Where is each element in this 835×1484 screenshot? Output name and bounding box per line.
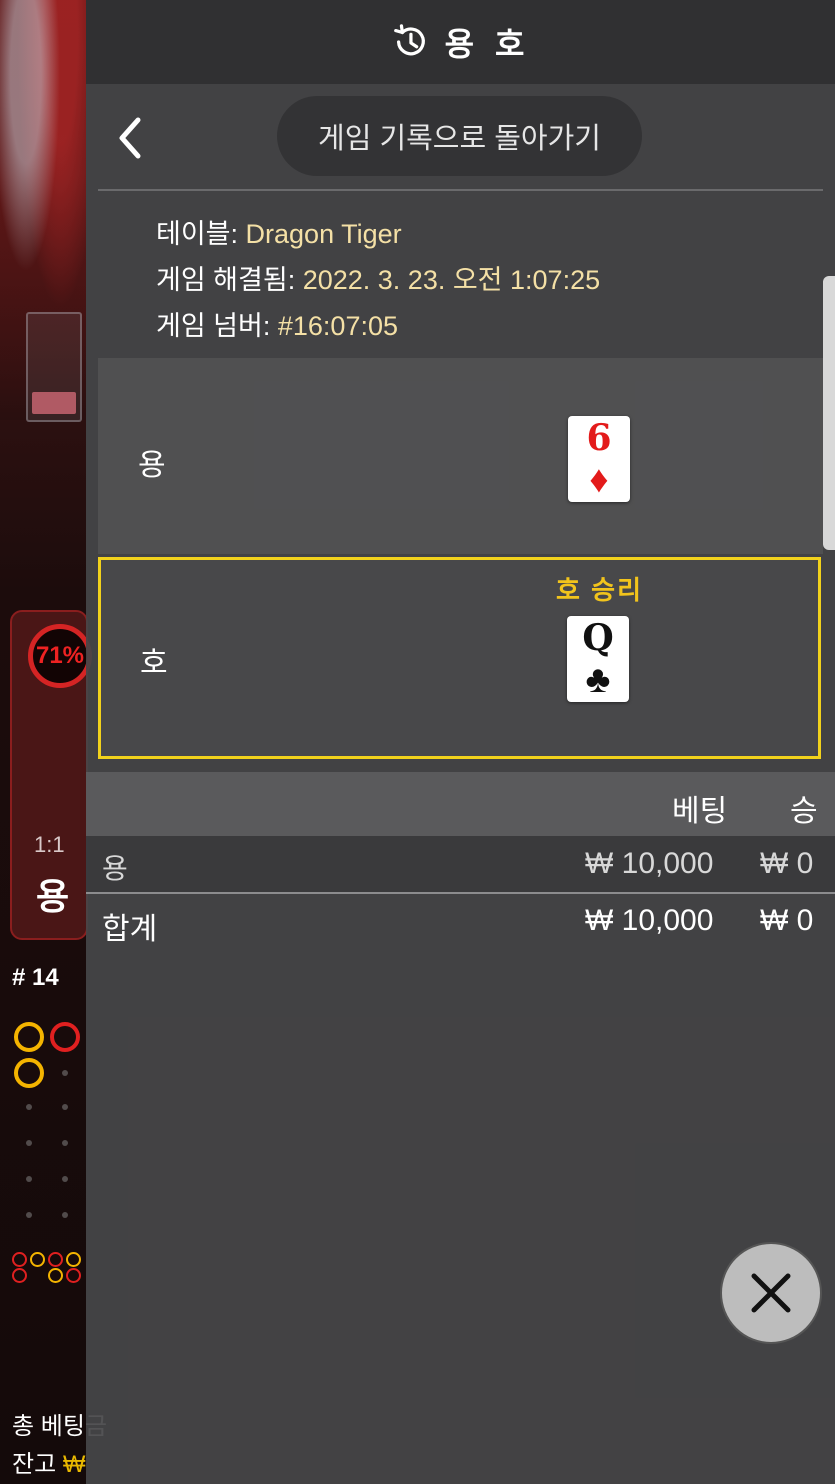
balance-info: 잔고 ₩	[12, 1444, 86, 1479]
tiger-win-label: 호 승리	[556, 575, 643, 605]
stage: 71% 1:1 용 # 14 총 베팅금 잔고 ₩ 용 호 게임 기록으로 돌아…	[0, 0, 835, 1484]
road-dot	[62, 1176, 68, 1182]
close-button[interactable]	[720, 1242, 822, 1344]
club-suit-icon: ♣	[585, 659, 611, 701]
header-divider	[98, 189, 823, 191]
dragon-card: 6 ♦	[568, 416, 630, 502]
road-dot	[62, 1070, 68, 1076]
table-info: 테이블: Dragon Tiger	[156, 212, 402, 251]
road-dot	[62, 1140, 68, 1146]
history-header: 용 호	[86, 0, 835, 84]
game-number-info: 게임 넘버: #16:07:05	[156, 304, 398, 343]
tiger-card: Q ♣	[567, 616, 629, 702]
resolved-value: 2022. 3. 23. 오전 1:07:25	[302, 265, 601, 295]
game-number-value: #16:07:05	[277, 311, 398, 341]
road-dot	[26, 1104, 32, 1110]
road-circle-tiger	[14, 1058, 44, 1088]
chevron-left-icon[interactable]	[110, 114, 150, 162]
big-road-mark	[66, 1268, 81, 1283]
card-in-shoe	[32, 392, 76, 414]
row-divider	[86, 892, 835, 894]
dragon-card-rank: 6	[586, 417, 612, 459]
big-road-mark	[12, 1268, 27, 1283]
payout-ratio: 1:1	[34, 832, 65, 857]
balance-currency: ₩	[62, 1451, 86, 1478]
road-dot	[26, 1176, 32, 1182]
big-road-mark	[48, 1268, 63, 1283]
close-icon	[751, 1273, 791, 1313]
road-dot	[26, 1140, 32, 1146]
road-dot	[62, 1104, 68, 1110]
road-dot	[26, 1212, 32, 1218]
column-win: 승	[790, 795, 818, 828]
table-value: Dragon Tiger	[245, 219, 402, 249]
page-title: 용 호	[444, 26, 531, 62]
history-clock-icon	[393, 24, 425, 56]
row-name: 용	[102, 853, 128, 884]
dragon-percent-ring: 71%	[28, 624, 92, 688]
big-road-mark	[66, 1252, 81, 1267]
dragon-label: 용	[138, 449, 166, 482]
row-bet-amount: ₩ 10,000	[585, 847, 714, 880]
road-circle-dragon	[50, 1022, 80, 1052]
resolved-label: 게임 해결됨:	[156, 265, 303, 295]
dragon-bet-label: 용	[36, 876, 70, 917]
column-bet: 베팅	[672, 795, 728, 828]
table-label: 테이블:	[156, 219, 246, 249]
road-dot	[62, 1212, 68, 1218]
game-number-label: 게임 넘버:	[156, 311, 278, 341]
scrollbar[interactable]	[823, 276, 835, 550]
row-win-amount: ₩ 0	[760, 847, 814, 880]
total-bet-amount: ₩ 10,000	[585, 904, 714, 937]
back-to-history-button[interactable]: 게임 기록으로 돌아가기	[277, 96, 642, 176]
road-circle-tiger	[14, 1022, 44, 1052]
big-road-mark	[12, 1252, 27, 1267]
resolved-info: 게임 해결됨: 2022. 3. 23. 오전 1:07:25	[156, 258, 600, 297]
total-label: 합계	[102, 913, 158, 946]
tiger-card-rank: Q	[582, 617, 614, 659]
tiger-label: 호	[140, 647, 168, 680]
table-row	[86, 836, 835, 892]
tiger-hand-row-winner	[98, 557, 821, 759]
diamond-suit-icon: ♦	[589, 459, 609, 501]
total-win-amount: ₩ 0	[760, 904, 814, 937]
dragon-hand-row	[98, 358, 823, 554]
big-road-mark	[48, 1252, 63, 1267]
big-road-mark	[30, 1252, 45, 1267]
dragon-bet-spot[interactable]: 71% 1:1 용	[10, 610, 92, 940]
round-number: # 14	[12, 964, 59, 991]
balance-label: 잔고	[12, 1451, 57, 1478]
